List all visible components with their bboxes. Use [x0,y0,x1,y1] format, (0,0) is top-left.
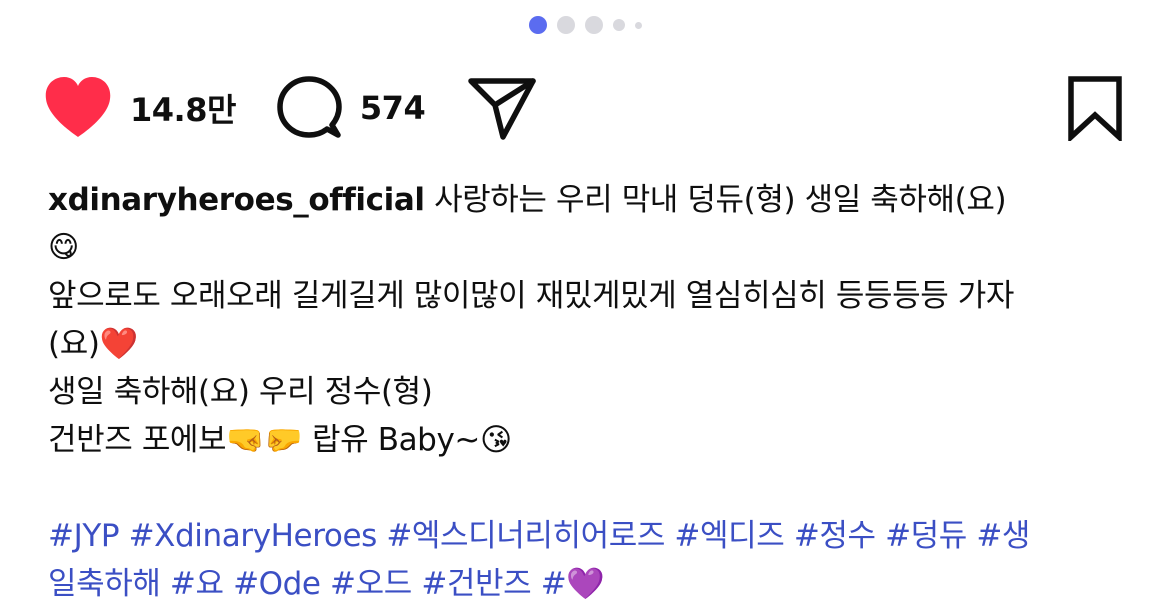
carousel-dot[interactable] [634,21,642,29]
likes-count[interactable]: 14.8만 [130,85,236,131]
caption-line: 건반즈 포에보🤜🤛 랍유 Baby~😘 [48,422,512,458]
like-group: 14.8만 [44,77,236,139]
caption-line: (요)❤️ [48,326,138,362]
caption-line: xdinaryheroes_official 사랑하는 우리 막내 덩듀(형) … [48,176,1128,224]
comments-count[interactable]: 574 [360,89,426,127]
caption-line: 😋 [48,230,79,265]
username-link[interactable]: xdinaryheroes_official [48,182,425,218]
caption-text: 사랑하는 우리 막내 덩듀(형) 생일 축하해(요) [424,182,1007,218]
comment-button[interactable] [276,75,342,141]
carousel-dot[interactable] [556,16,575,34]
paper-plane-icon [468,78,536,140]
save-button[interactable] [1066,75,1124,141]
caption-line: 생일 축하해(요) 우리 정수(형) [48,374,433,410]
carousel-dot[interactable] [612,19,625,31]
share-button[interactable] [467,75,537,141]
post-caption: xdinaryheroes_official 사랑하는 우리 막내 덩듀(형) … [48,176,1128,608]
share-group [467,75,537,141]
carousel-dot[interactable] [584,16,603,34]
hashtags[interactable]: 일축하해 #요 #Ode #오드 #건반즈 #💜 [48,560,1128,608]
hashtags[interactable]: #JYP #XdinaryHeroes #엑스디너리히어로즈 #엑디즈 #정수 … [48,512,1128,560]
comment-bubble-icon [277,76,342,138]
like-button[interactable] [44,77,112,139]
post-action-bar: 14.8만 574 [44,72,1124,144]
heart-icon [45,77,111,137]
caption-line: 앞으로도 오래오래 길게길게 많이많이 재밌게밌게 열심히심히 등등등등 가자 [48,278,1015,314]
bookmark-icon [1068,76,1122,141]
carousel-dot-active[interactable] [528,16,547,34]
comment-group: 574 [276,75,426,141]
carousel-indicator [0,15,1170,35]
